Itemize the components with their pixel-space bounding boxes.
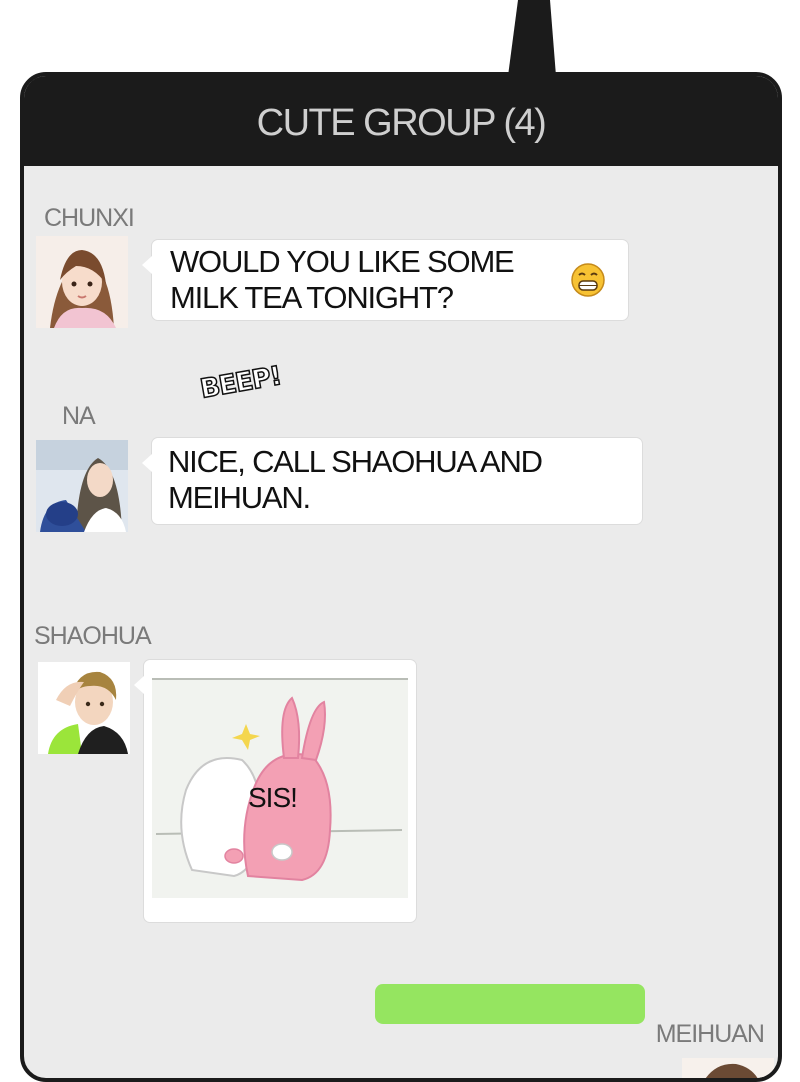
sticker-bubble-shaohua[interactable]: SIS! [134, 660, 416, 922]
sender-name-na: NA [62, 402, 96, 430]
speech-tail [508, 0, 556, 76]
message-bubble-na[interactable]: NICE, CALL SHAOHUA AND MEIHUAN. [142, 438, 642, 524]
avatar-na[interactable] [36, 440, 128, 532]
chat-header: CUTE GROUP (4) [24, 76, 778, 166]
sticker-caption: SIS! [248, 782, 298, 813]
sender-name-meihuan: MEIHUAN [655, 1020, 765, 1048]
message-bubble-meihuan[interactable] [375, 984, 645, 1024]
message-text-na: NICE, CALL SHAOHUA AND MEIHUAN. [168, 444, 543, 515]
phone-screen: CUTE GROUP (4) CHUNXI WOULD YOU LIKE SOM… [20, 72, 782, 1082]
avatar-shaohua[interactable] [38, 662, 130, 754]
sender-name-shaohua: SHAOHUA [34, 622, 152, 650]
grinning-face-icon [571, 263, 605, 297]
message-bubble-chunxi[interactable]: WOULD YOU LIKE SOME MILK TEA TONIGHT? [142, 240, 628, 320]
message-text-chunxi: WOULD YOU LIKE SOME MILK TEA TONIGHT? [170, 244, 515, 315]
avatar-meihuan[interactable] [682, 1058, 774, 1078]
avatar-chunxi[interactable] [36, 236, 128, 328]
sender-name-chunxi: CHUNXI [44, 204, 135, 232]
chat-title: CUTE GROUP (4) [256, 102, 547, 144]
